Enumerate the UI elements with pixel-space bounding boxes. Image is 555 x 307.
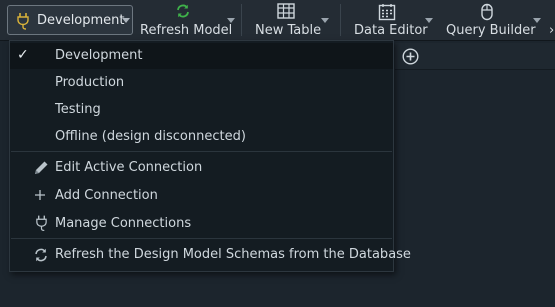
new-table-label: New Table — [255, 23, 322, 38]
plug-icon — [35, 214, 48, 236]
chevron-down-icon[interactable] — [321, 18, 329, 23]
menu-item-development[interactable]: ✓ Development — [10, 43, 393, 69]
toolbar: Development Refresh Model New Table Data… — [0, 0, 555, 41]
chevron-down-icon — [122, 18, 130, 23]
chevron-down-icon[interactable] — [425, 18, 433, 23]
menu-item-label: Edit Active Connection — [55, 160, 203, 175]
refresh-model-button[interactable]: Refresh Model — [138, 0, 238, 40]
menu-item-edit-active-connection[interactable]: Edit Active Connection — [10, 155, 393, 181]
menu-item-refresh-schemas[interactable]: Refresh the Design Model Schemas from th… — [10, 242, 411, 268]
menu-item-label: Add Connection — [55, 188, 158, 203]
menu-item-label: Testing — [55, 102, 101, 117]
refresh-icon — [175, 3, 191, 23]
query-builder-label: Query Builder — [446, 23, 536, 38]
data-editor-label: Data Editor — [354, 23, 428, 38]
add-tab-icon[interactable] — [402, 48, 419, 69]
mouse-icon — [480, 3, 494, 25]
connection-dropdown[interactable]: Development — [7, 5, 133, 35]
checkmark-icon: ✓ — [17, 47, 29, 63]
connection-menu: ✓ Development Production Testing Offline… — [9, 40, 411, 272]
toolbar-divider — [340, 4, 341, 36]
menu-item-label: Development — [55, 48, 143, 63]
chevron-down-icon[interactable] — [227, 18, 235, 23]
menu-item-testing[interactable]: Testing — [10, 97, 393, 123]
data-editor-button[interactable]: Data Editor — [352, 0, 428, 40]
menu-item-label: Production — [55, 75, 125, 90]
plus-icon — [34, 189, 46, 205]
menu-divider — [11, 238, 392, 239]
refresh-model-label: Refresh Model — [140, 23, 233, 38]
menu-divider — [11, 151, 392, 152]
menu-item-production[interactable]: Production — [10, 70, 393, 96]
chevron-down-icon[interactable] — [533, 18, 541, 23]
toolbar-divider — [241, 4, 242, 36]
menu-item-label: Manage Connections — [55, 216, 192, 231]
plug-icon — [16, 12, 30, 34]
menu-item-label: Refresh the Design Model Schemas from th… — [55, 247, 411, 262]
overflow-glyph[interactable]: › — [549, 23, 554, 38]
pencil-icon — [32, 159, 50, 181]
connection-label: Development — [37, 13, 125, 28]
table-icon — [277, 3, 295, 23]
new-table-button[interactable]: New Table — [253, 0, 322, 40]
menu-item-add-connection[interactable]: Add Connection — [10, 183, 393, 209]
tab-strip — [395, 43, 555, 70]
data-editor-icon — [378, 3, 396, 25]
query-builder-button[interactable]: Query Builder — [444, 0, 536, 40]
refresh-icon — [33, 247, 49, 267]
menu-item-label: Offline (design disconnected) — [55, 129, 246, 144]
menu-item-manage-connections[interactable]: Manage Connections — [10, 211, 393, 237]
menu-item-offline[interactable]: Offline (design disconnected) — [10, 124, 393, 150]
